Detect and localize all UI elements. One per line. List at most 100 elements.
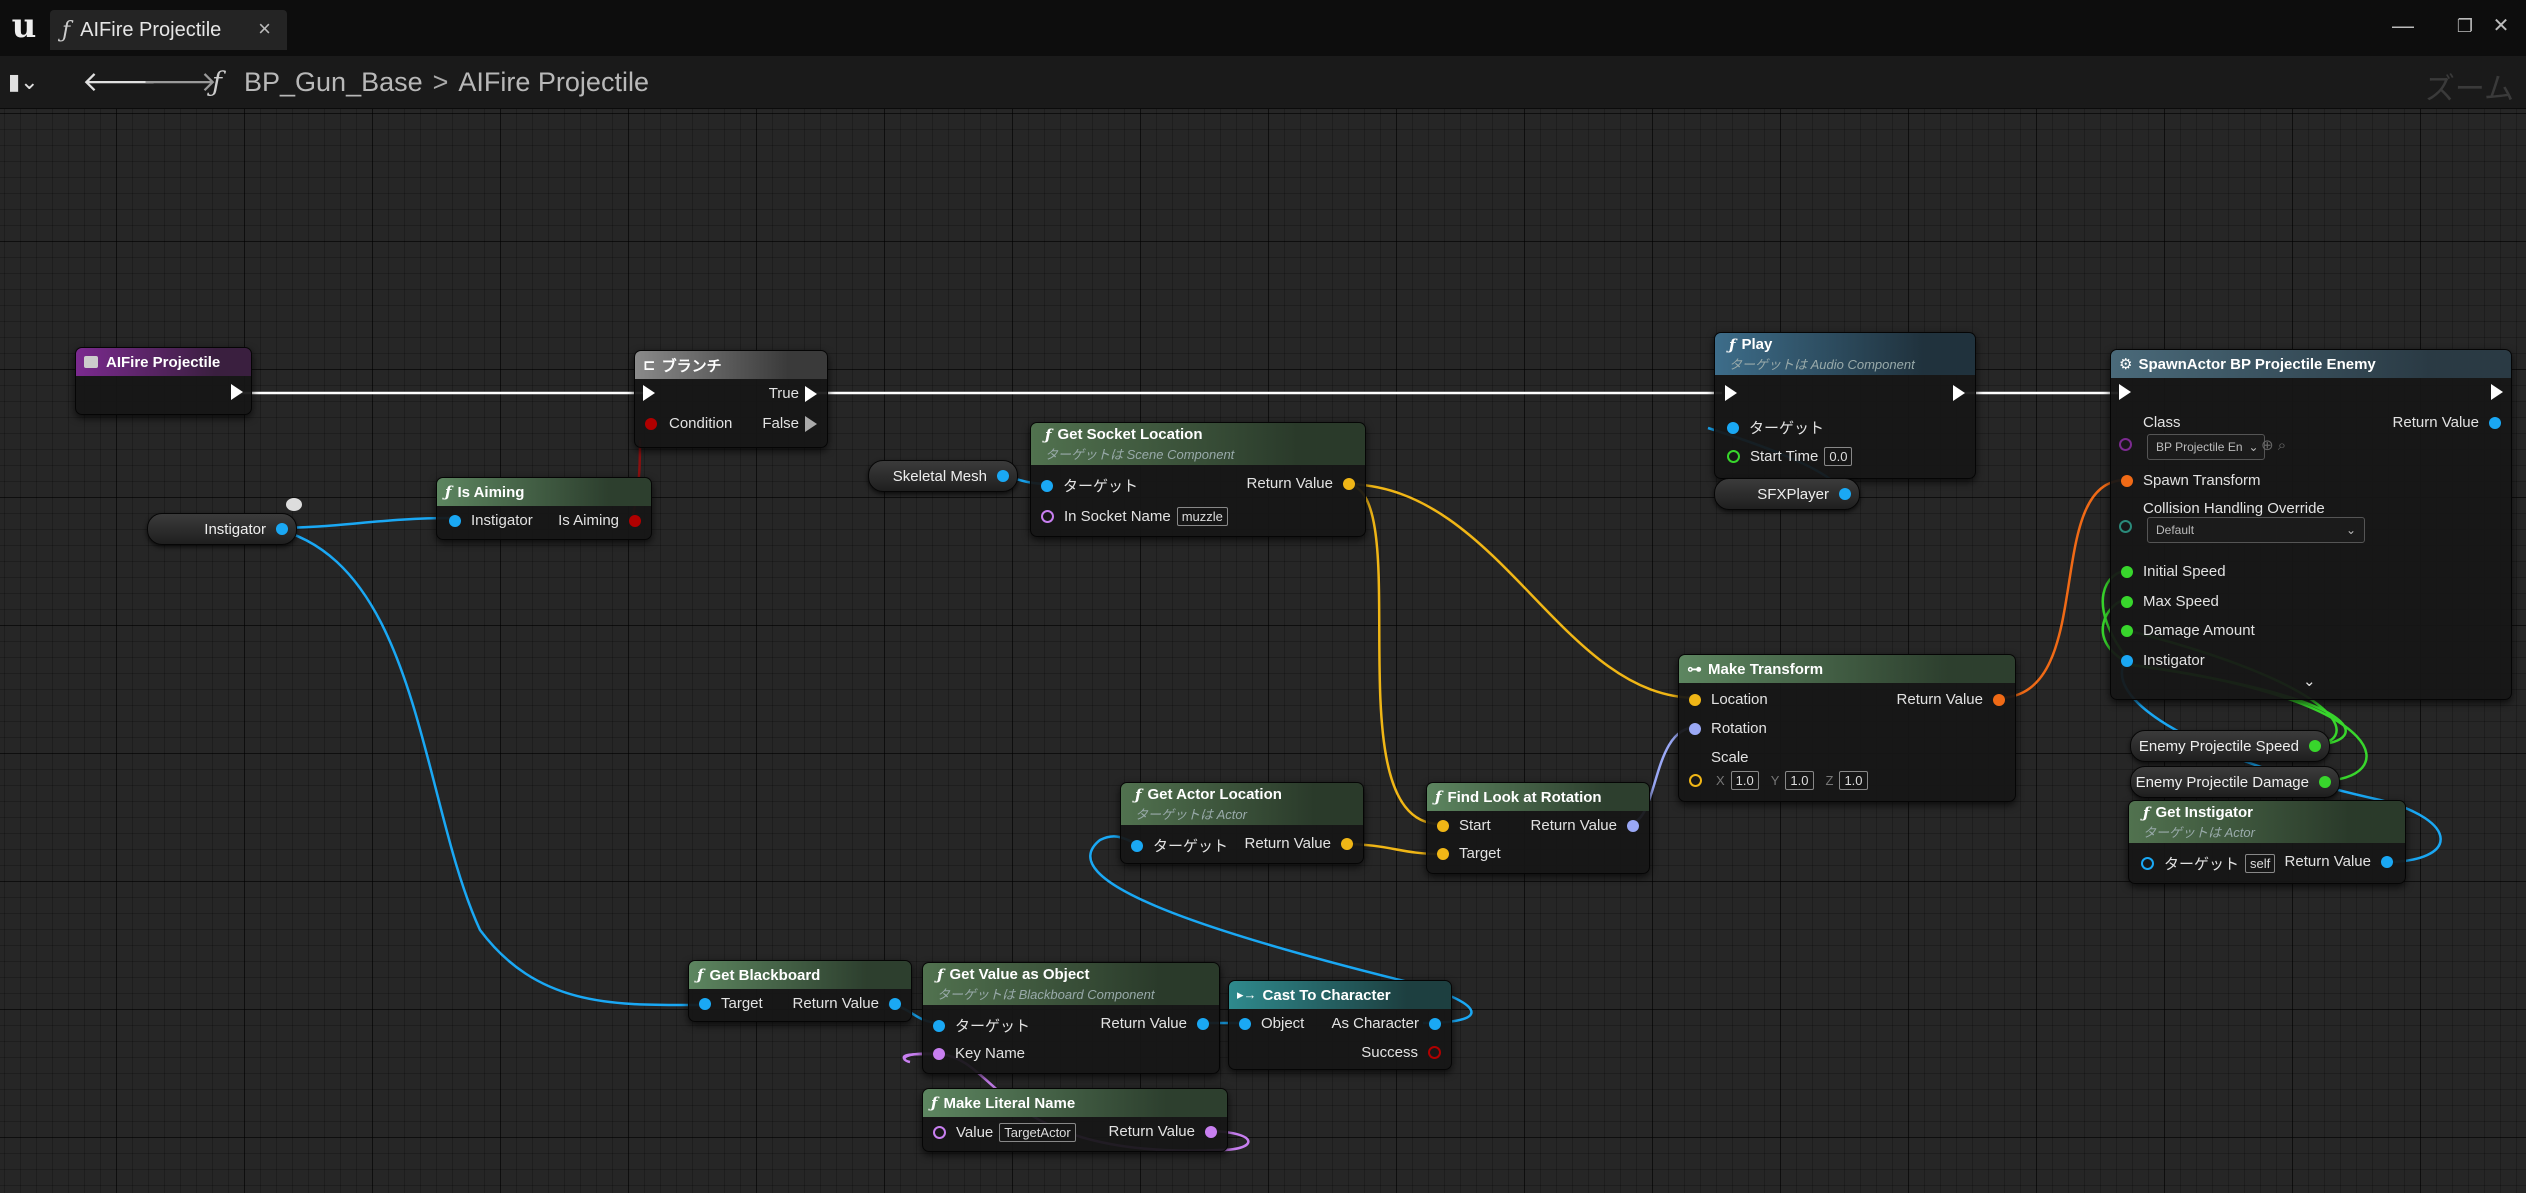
max-speed-pin[interactable]: Max Speed [2121, 593, 2219, 610]
node-header: ƒ Get Instigator ターゲットは Actor [2129, 801, 2405, 843]
class-pin[interactable] [2119, 438, 2142, 451]
collision-dropdown[interactable]: Default ⌄ [2147, 517, 2365, 543]
exec-out-pin[interactable] [1953, 385, 1965, 401]
comment-bubble-icon[interactable] [286, 498, 302, 511]
function-icon: ƒ [2143, 803, 2150, 822]
node-make-transform[interactable]: ⊶ Make Transform Location Return Value Ro… [1678, 654, 2016, 802]
object-pin[interactable]: Object [1239, 1015, 1304, 1032]
close-window-icon[interactable]: ✕ [2476, 8, 2526, 44]
target-pin[interactable]: ターゲット self [2141, 853, 2276, 874]
node-title: Get Socket Location [1057, 426, 1203, 443]
node-subtitle: ターゲットは Audio Component [1729, 356, 1915, 372]
node-header: ⊏ ブランチ [635, 351, 827, 379]
scale-pin[interactable]: X 1.0 Y 1.0 Z 1.0 [1689, 771, 1868, 790]
node-get-socket-location[interactable]: ƒ Get Socket Location ターゲットは Scene Compon… [1030, 422, 1366, 537]
success-pin[interactable]: Success [1361, 1044, 1441, 1061]
node-header: ƒ Play ターゲットは Audio Component [1715, 333, 1975, 375]
condition-pin[interactable]: Condition [645, 415, 732, 432]
node-spawnactor-bp-projectile-enemy[interactable]: ⚙ SpawnActor BP Projectile Enemy Class R… [2110, 349, 2512, 700]
function-icon: ƒ [697, 966, 704, 984]
node-header: ⚙ SpawnActor BP Projectile Enemy [2111, 350, 2511, 378]
node-is-aiming[interactable]: ƒ Is Aiming Instigator Is Aiming [436, 477, 652, 540]
damage-amount-pin[interactable]: Damage Amount [2121, 622, 2255, 639]
true-pin[interactable]: True [769, 385, 817, 402]
return-value-pin[interactable]: Return Value [1109, 1123, 1217, 1140]
breadcrumb-root[interactable]: BP_Gun_Base [244, 67, 423, 98]
spawn-transform-pin[interactable]: Spawn Transform [2121, 472, 2261, 489]
location-pin[interactable]: Location [1689, 691, 1768, 708]
node-cast-to-character[interactable]: ▸→ Cast To Character Object As Character … [1228, 980, 1452, 1070]
scale-x-input[interactable]: 1.0 [1730, 771, 1759, 790]
exec-out-pin[interactable] [2491, 384, 2503, 400]
in-socket-name-pin[interactable]: In Socket Name muzzle [1041, 507, 1228, 526]
return-value-pin[interactable]: Return Value [1247, 475, 1355, 492]
exec-in-pin[interactable] [2119, 384, 2131, 400]
forward-arrow-icon[interactable]: 🡒 [142, 64, 217, 100]
node-subtitle: ターゲットは Blackboard Component [937, 986, 1155, 1002]
exec-out-pin[interactable] [231, 384, 243, 400]
target-pin[interactable]: ターゲット [1041, 475, 1138, 496]
node-title: Make Literal Name [943, 1094, 1076, 1112]
value-pin[interactable]: Value TargetActor [933, 1123, 1076, 1142]
collision-pin[interactable] [2119, 520, 2142, 533]
start-time-pin[interactable]: Start Time 0.0 [1727, 447, 1853, 466]
return-value-pin[interactable]: Return Value [1245, 835, 1353, 852]
node-title: Get Instigator [2155, 804, 2253, 821]
browse-icon[interactable]: ⊕ ⌕ [2261, 436, 2286, 454]
target-pin[interactable]: Target [1437, 845, 1501, 862]
return-value-pin[interactable]: Return Value [2285, 853, 2393, 870]
node-play[interactable]: ƒ Play ターゲットは Audio Component ターゲット Start… [1714, 332, 1976, 479]
cast-icon: ▸→ [1237, 987, 1257, 1002]
initial-speed-pin[interactable]: Initial Speed [2121, 563, 2226, 580]
return-value-pin[interactable]: Return Value [1531, 817, 1639, 834]
instigator-in-pin[interactable]: Instigator [449, 512, 533, 529]
rotation-pin[interactable]: Rotation [1689, 720, 1767, 737]
return-value-pin[interactable]: Return Value [2393, 414, 2501, 431]
node-get-instigator[interactable]: ƒ Get Instigator ターゲットは Actor ターゲット self R… [2128, 800, 2406, 884]
breadcrumb-leaf[interactable]: AIFire Projectile [458, 67, 649, 98]
scale-y-input[interactable]: 1.0 [1785, 771, 1814, 790]
bookmark-icon[interactable]: ▮⌄ [8, 64, 39, 100]
target-pin[interactable]: ターゲット [1727, 417, 1824, 438]
node-make-literal-name[interactable]: ƒ Make Literal Name Value TargetActor Retu… [922, 1088, 1228, 1152]
return-value-pin[interactable]: Return Value [793, 995, 901, 1012]
return-value-pin[interactable]: Return Value [1101, 1015, 1209, 1032]
variable-skeletal-mesh[interactable]: Skeletal Mesh [868, 460, 1018, 492]
exec-in-pin[interactable] [1725, 385, 1737, 401]
target-pin[interactable]: ターゲット [1131, 835, 1228, 856]
node-header: ƒ Get Actor Location ターゲットは Actor [1121, 783, 1363, 825]
tab-close-icon[interactable]: × [258, 16, 271, 42]
false-pin[interactable]: False [762, 415, 817, 432]
target-pin[interactable]: Target [699, 995, 763, 1012]
tab-aifire-projectile[interactable]: ƒ AIFire Projectile × [50, 10, 287, 50]
variable-instigator[interactable]: Instigator [147, 513, 297, 545]
node-find-look-at-rotation[interactable]: ƒ Find Look at Rotation Start Return Valu… [1426, 782, 1650, 874]
start-pin[interactable]: Start [1437, 817, 1491, 834]
unreal-logo-icon[interactable]: u [6, 6, 42, 46]
as-character-pin[interactable]: As Character [1331, 1015, 1441, 1032]
literal-name-input[interactable]: TargetActor [999, 1123, 1076, 1142]
node-get-blackboard[interactable]: ƒ Get Blackboard Target Return Value [688, 960, 912, 1022]
variable-enemy-projectile-speed[interactable]: Enemy Projectile Speed [2130, 730, 2330, 762]
variable-enemy-projectile-damage[interactable]: Enemy Projectile Damage [2130, 766, 2340, 798]
target-pin[interactable]: ターゲット [933, 1015, 1030, 1036]
function-icon: ƒ [931, 1094, 938, 1112]
expand-chevron-icon[interactable]: ⌄ [2303, 672, 2316, 690]
node-aifire-projectile-entry[interactable]: AIFire Projectile [75, 347, 252, 415]
is-aiming-out-pin[interactable]: Is Aiming [558, 512, 641, 529]
variable-sfxplayer[interactable]: SFXPlayer [1714, 478, 1860, 510]
node-get-value-as-object[interactable]: ƒ Get Value as Object ターゲットは Blackboard C… [922, 962, 1220, 1074]
minimize-icon[interactable]: — [2378, 8, 2428, 44]
key-name-pin[interactable]: Key Name [933, 1045, 1025, 1062]
node-branch[interactable]: ⊏ ブランチ True Condition False [634, 350, 828, 448]
class-dropdown[interactable]: BP Projectile En ⌄ [2147, 434, 2265, 460]
scale-z-input[interactable]: 1.0 [1839, 771, 1868, 790]
socket-name-input[interactable]: muzzle [1176, 507, 1228, 526]
start-time-input[interactable]: 0.0 [1824, 447, 1853, 466]
node-title: Get Blackboard [709, 966, 821, 984]
self-literal[interactable]: self [2245, 854, 2276, 873]
node-get-actor-location[interactable]: ƒ Get Actor Location ターゲットは Actor ターゲット R… [1120, 782, 1364, 864]
exec-in-pin[interactable] [643, 385, 655, 401]
instigator-pin[interactable]: Instigator [2121, 652, 2205, 669]
return-value-pin[interactable]: Return Value [1897, 691, 2005, 708]
